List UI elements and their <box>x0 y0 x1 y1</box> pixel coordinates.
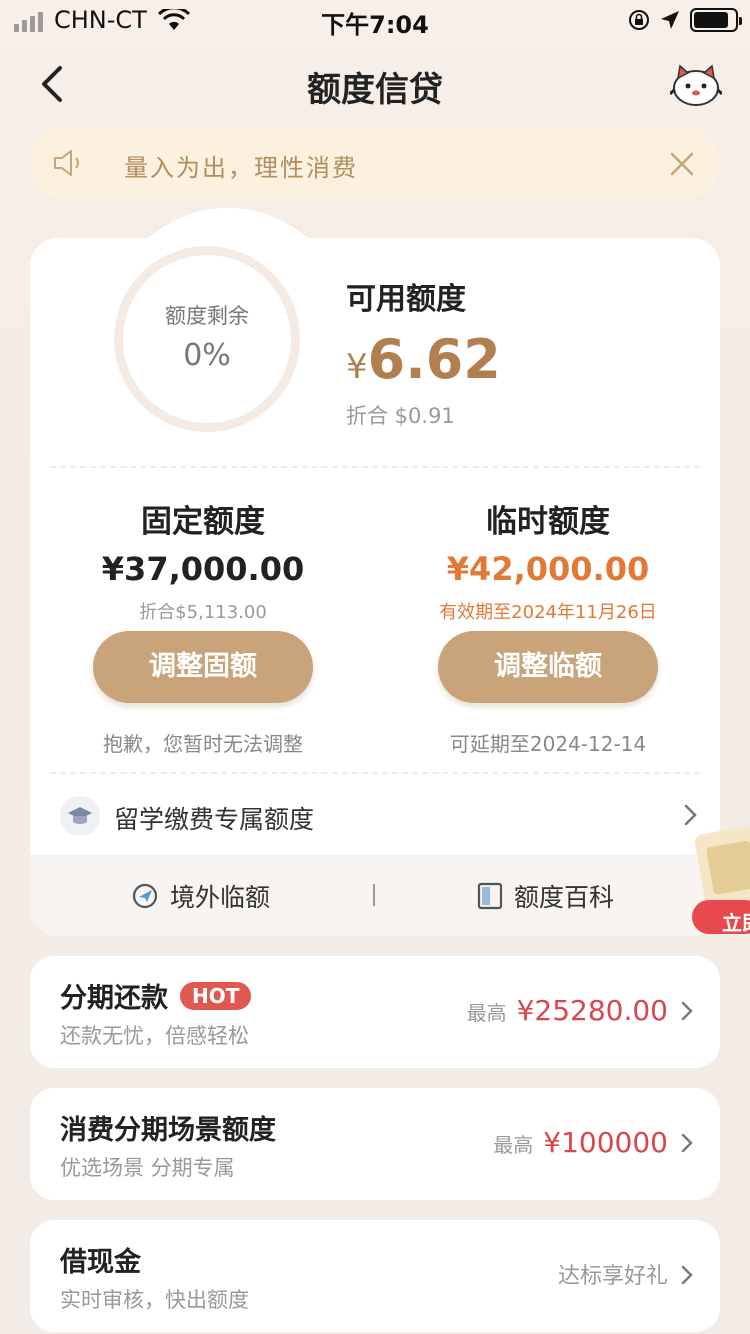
chevron-right-icon <box>681 1265 693 1285</box>
consumer-installment-card[interactable]: 消费分期场景额度 优选场景 分期专属 最高 ¥100000 <box>30 1088 720 1200</box>
adjust-temporary-button[interactable]: 调整临额 <box>438 631 658 703</box>
credit-summary-card: 额度剩余 0% 可用额度 ¥6.62 折合 $0.91 固定额度 ¥37,000… <box>30 208 720 936</box>
consumer-max-value: ¥100000 <box>543 1126 668 1159</box>
temporary-credit-validity: 有效期至2024年11月26日 <box>439 602 657 623</box>
mascot-icon[interactable] <box>670 60 722 108</box>
plane-icon <box>132 883 158 909</box>
fixed-credit-amount: ¥37,000.00 <box>101 550 305 588</box>
notice-bar: 量入为出，理性消费 <box>30 128 720 200</box>
cash-title: 借现金 <box>60 1247 141 1278</box>
cash-note-wrap: 达标享好礼 <box>558 1258 668 1290</box>
graduation-cap-icon <box>60 796 100 836</box>
status-right <box>628 8 742 32</box>
installment-title: 分期还款 <box>60 983 168 1014</box>
consumer-max-prefix: 最高 <box>493 1133 534 1157</box>
adjust-fixed-button[interactable]: 调整固额 <box>93 631 313 703</box>
notice-text: 量入为出，理性消费 <box>124 154 358 182</box>
divider <box>373 884 375 906</box>
temporary-credit-title: 临时额度 <box>486 504 610 540</box>
installment-card[interactable]: 分期还款 HOT 还款无忧，倍感轻松 最高 ¥25280.00 <box>30 956 720 1068</box>
divider <box>50 772 700 774</box>
status-bar: CHN-CT 下午7:04 <box>0 0 750 40</box>
available-amount: ¥6.62 <box>346 328 501 391</box>
ring-label: 额度剩余 <box>165 304 249 328</box>
available-value: 6.62 <box>367 328 501 391</box>
cash-loan-card[interactable]: 借现金 实时审核，快出额度 达标享好礼 <box>30 1220 720 1332</box>
consumer-title: 消费分期场景额度 <box>60 1115 276 1146</box>
speaker-icon <box>54 150 79 176</box>
fixed-credit-note: 抱歉，您暂时无法调整 <box>103 732 303 756</box>
study-abroad-credit-row[interactable]: 留学缴费专属额度 <box>60 794 700 840</box>
credit-wiki-link[interactable]: 额度百科 <box>476 878 614 914</box>
hot-badge: HOT <box>180 981 252 1010</box>
currency-symbol: ¥ <box>346 347 368 387</box>
orientation-lock-icon <box>629 10 649 30</box>
nav-bar: 额度信贷 <box>0 40 750 128</box>
fixed-credit-title: 固定额度 <box>141 504 265 540</box>
cash-title-row: 借现金 <box>60 1240 141 1279</box>
consumer-title-row: 消费分期场景额度 <box>60 1108 276 1147</box>
cash-subtitle: 实时审核，快出额度 <box>60 1288 249 1312</box>
fixed-credit-equiv: 折合$5,113.00 <box>139 602 267 623</box>
ring-percent: 0% <box>183 338 231 373</box>
overseas-temp-label: 境外临额 <box>170 883 271 912</box>
close-icon[interactable] <box>666 148 698 180</box>
available-label: 可用额度 <box>346 282 466 317</box>
chevron-right-icon <box>681 1133 693 1153</box>
temporary-credit-note: 可延期至2024-12-14 <box>449 732 647 756</box>
consumer-max: 最高 ¥100000 <box>493 1126 668 1159</box>
installment-subtitle: 还款无忧，倍感轻松 <box>60 1024 249 1048</box>
installment-max-value: ¥25280.00 <box>516 994 668 1027</box>
promo-label: 立即 <box>722 911 750 935</box>
battery-icon <box>690 8 742 32</box>
cash-note: 达标享好礼 <box>557 1264 668 1289</box>
divider <box>50 466 700 468</box>
installment-max: 最高 ¥25280.00 <box>467 994 668 1027</box>
available-equiv: 折合 $0.91 <box>346 404 455 428</box>
book-icon <box>477 882 503 910</box>
consumer-subtitle: 优选场景 分期专属 <box>60 1156 235 1180</box>
page-title: 额度信贷 <box>307 70 443 110</box>
chevron-right-icon <box>681 1001 693 1021</box>
installment-title-row: 分期还款 HOT <box>60 976 252 1015</box>
location-arrow-icon <box>661 11 679 29</box>
overseas-temp-link[interactable]: 境外临额 <box>130 878 270 914</box>
promo-float[interactable]: 立即 <box>692 822 750 940</box>
temporary-credit-amount: ¥42,000.00 <box>446 550 650 588</box>
study-abroad-label: 留学缴费专属额度 <box>114 805 315 834</box>
credit-wiki-label: 额度百科 <box>514 883 615 912</box>
installment-max-prefix: 最高 <box>466 1001 507 1025</box>
